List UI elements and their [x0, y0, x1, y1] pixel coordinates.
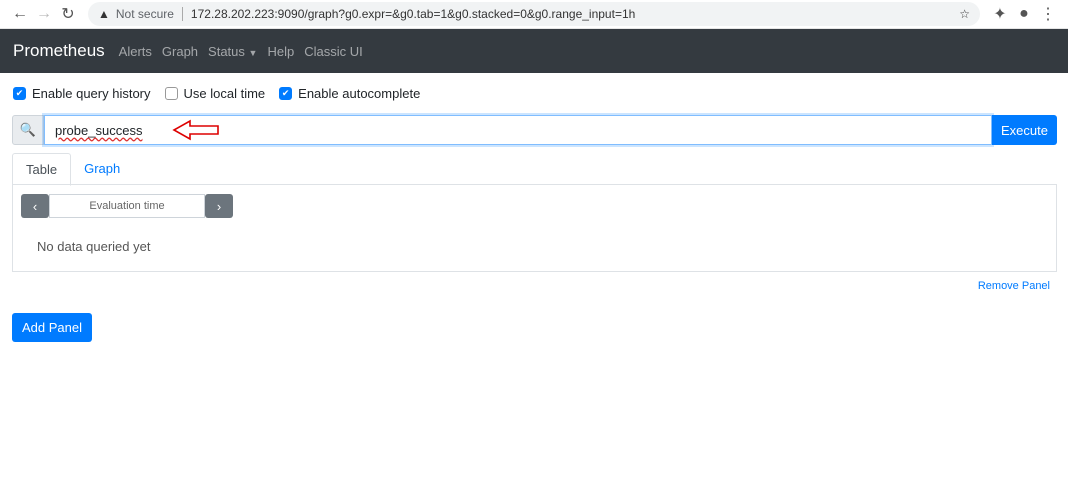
nav-status[interactable]: Status ▼: [208, 44, 257, 59]
expression-value: probe_success: [55, 123, 142, 138]
red-arrow-annotation: [172, 119, 222, 141]
next-time-button[interactable]: ›: [205, 194, 233, 218]
local-time-checkbox[interactable]: Use local time: [165, 86, 266, 101]
nav-status-label: Status: [208, 44, 245, 59]
prev-time-button[interactable]: ‹: [21, 194, 49, 218]
profile-icon[interactable]: ●: [1012, 5, 1036, 23]
security-label: Not secure: [116, 7, 183, 21]
reload-icon[interactable]: ↻: [56, 4, 80, 24]
table-panel: ‹ Evaluation time › No data queried yet: [12, 184, 1057, 272]
caret-down-icon: ▼: [249, 48, 258, 58]
url-text: 172.28.202.223:9090/graph?g0.expr=&g0.ta…: [191, 7, 635, 21]
checkbox-label: Enable autocomplete: [298, 86, 420, 101]
nav-graph[interactable]: Graph: [162, 44, 198, 59]
forward-icon[interactable]: →: [32, 5, 56, 23]
nav-classic-ui[interactable]: Classic UI: [304, 44, 363, 59]
extensions-icon[interactable]: ✦: [988, 4, 1012, 24]
remove-panel-link[interactable]: Remove Panel: [978, 280, 1050, 292]
star-icon[interactable]: ☆: [959, 7, 970, 21]
tab-table[interactable]: Table: [12, 153, 71, 186]
nav-alerts[interactable]: Alerts: [119, 44, 152, 59]
address-bar[interactable]: ▲ Not secure 172.28.202.223:9090/graph?g…: [88, 2, 980, 26]
execute-button[interactable]: Execute: [992, 115, 1057, 145]
empty-message: No data queried yet: [37, 239, 150, 254]
warning-icon: ▲: [98, 7, 110, 21]
add-panel-button[interactable]: Add Panel: [12, 313, 92, 342]
tab-graph[interactable]: Graph: [71, 153, 133, 186]
query-history-checkbox[interactable]: ✔ Enable query history: [13, 86, 151, 101]
checkbox-checked-icon: ✔: [13, 87, 26, 100]
autocomplete-checkbox[interactable]: ✔ Enable autocomplete: [279, 86, 420, 101]
checkbox-unchecked-icon: [165, 87, 178, 100]
brand[interactable]: Prometheus: [13, 41, 105, 61]
checkbox-checked-icon: ✔: [279, 87, 292, 100]
expression-input[interactable]: probe_success: [44, 115, 992, 145]
search-icon: 🔍: [12, 115, 44, 145]
back-icon[interactable]: ←: [8, 5, 32, 23]
navbar: Prometheus Alerts Graph Status ▼ Help Cl…: [0, 29, 1068, 73]
nav-help[interactable]: Help: [267, 44, 294, 59]
browser-toolbar: ← → ↻ ▲ Not secure 172.28.202.223:9090/g…: [0, 0, 1068, 29]
checkbox-label: Enable query history: [32, 86, 151, 101]
menu-icon[interactable]: ⋮: [1036, 4, 1060, 24]
checkbox-label: Use local time: [184, 86, 266, 101]
evaluation-time-input[interactable]: Evaluation time: [49, 194, 205, 218]
